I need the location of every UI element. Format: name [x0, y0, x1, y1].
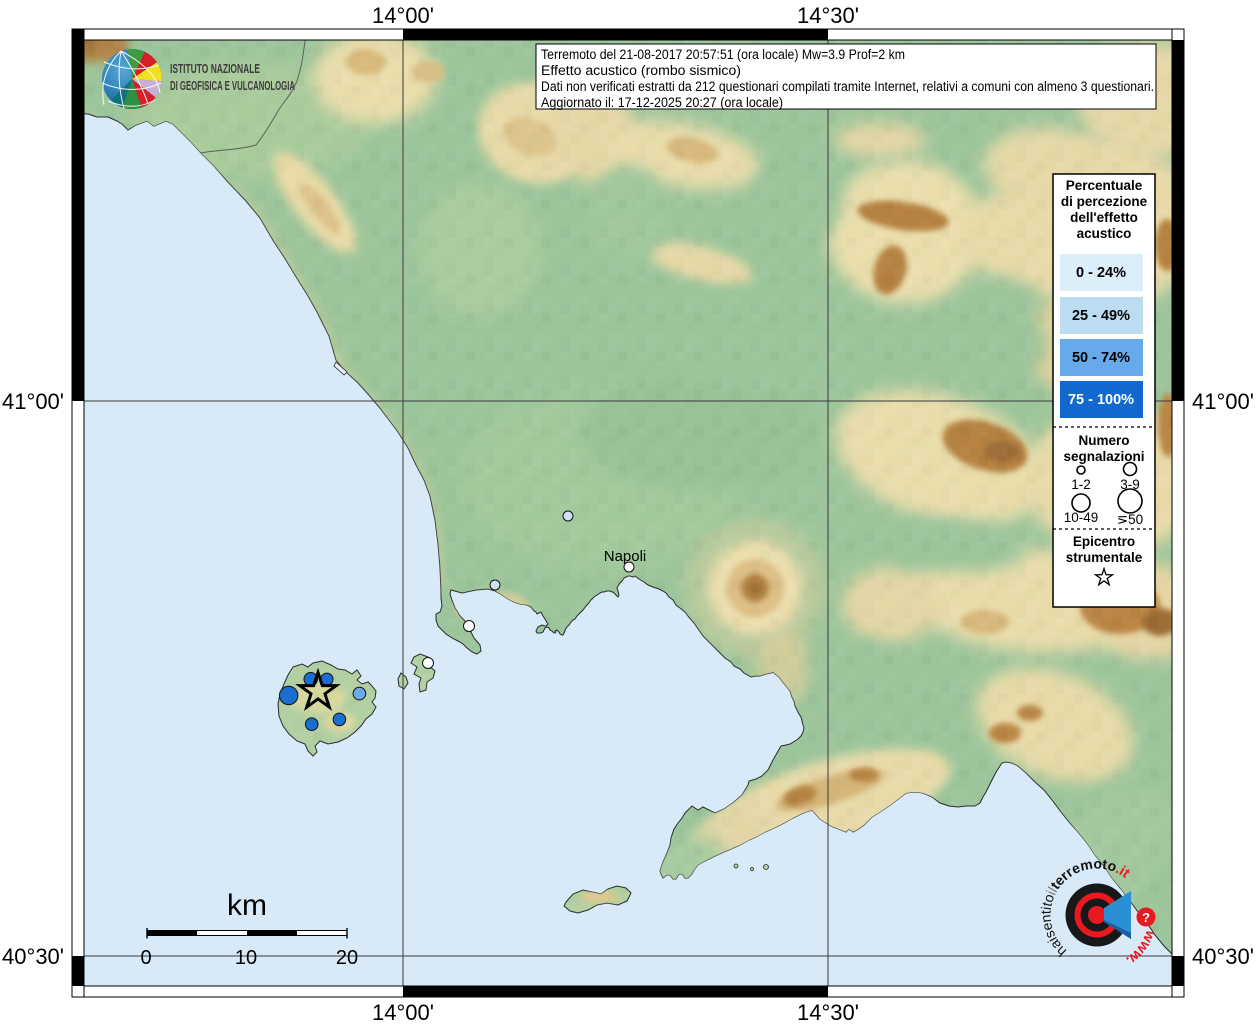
svg-text:km: km	[227, 889, 267, 922]
svg-text:75 - 100%: 75 - 100%	[1068, 392, 1134, 408]
svg-text:acustico: acustico	[1077, 226, 1132, 241]
svg-text:20: 20	[336, 947, 358, 969]
svg-text:strumentale: strumentale	[1066, 550, 1143, 565]
svg-text:dell'effetto: dell'effetto	[1070, 210, 1138, 225]
svg-text:40°30': 40°30'	[2, 944, 64, 969]
svg-text:ISTITUTO NAZIONALE: ISTITUTO NAZIONALE	[170, 61, 260, 76]
svg-text:0 - 24%: 0 - 24%	[1076, 265, 1126, 281]
svg-text:14°30': 14°30'	[797, 1000, 859, 1024]
svg-text:41°00': 41°00'	[1192, 389, 1254, 414]
svg-text:14°00': 14°00'	[372, 1000, 434, 1024]
svg-text:segnalazioni: segnalazioni	[1063, 449, 1144, 464]
svg-text:0: 0	[140, 947, 151, 969]
svg-text:1-2: 1-2	[1071, 477, 1091, 492]
svg-text:14°30': 14°30'	[797, 3, 859, 28]
svg-text:40°30': 40°30'	[1192, 944, 1254, 969]
svg-text:10: 10	[235, 947, 257, 969]
svg-text:25 - 49%: 25 - 49%	[1072, 308, 1130, 324]
svg-text:?: ?	[1142, 910, 1150, 925]
svg-text:DI GEOFISICA E VULCANOLOGIA: DI GEOFISICA E VULCANOLOGIA	[170, 78, 295, 93]
svg-text:Terremoto del 21-08-2017 20:57: Terremoto del 21-08-2017 20:57:51 (ora l…	[541, 47, 905, 62]
svg-text:41°00': 41°00'	[2, 389, 64, 414]
svg-text:Effetto acustico (rombo sismic: Effetto acustico (rombo sismico)	[541, 63, 741, 78]
svg-text:Epicentro: Epicentro	[1073, 534, 1135, 549]
svg-text:Aggiornato il: 17-12-2025 20:2: Aggiornato il: 17-12-2025 20:27 (ora loc…	[541, 95, 783, 110]
svg-text:50 - 74%: 50 - 74%	[1072, 350, 1130, 366]
svg-text:⋝50: ⋝50	[1117, 512, 1143, 527]
svg-text:14°00': 14°00'	[372, 3, 434, 28]
svg-text:Napoli: Napoli	[604, 548, 647, 565]
svg-text:Percentuale: Percentuale	[1066, 178, 1143, 193]
svg-text:Numero: Numero	[1078, 433, 1129, 448]
svg-text:di percezione: di percezione	[1061, 194, 1148, 209]
svg-text:10-49: 10-49	[1064, 510, 1099, 525]
svg-text:Dati non verificati estratti d: Dati non verificati estratti da 212 ques…	[541, 79, 1154, 94]
